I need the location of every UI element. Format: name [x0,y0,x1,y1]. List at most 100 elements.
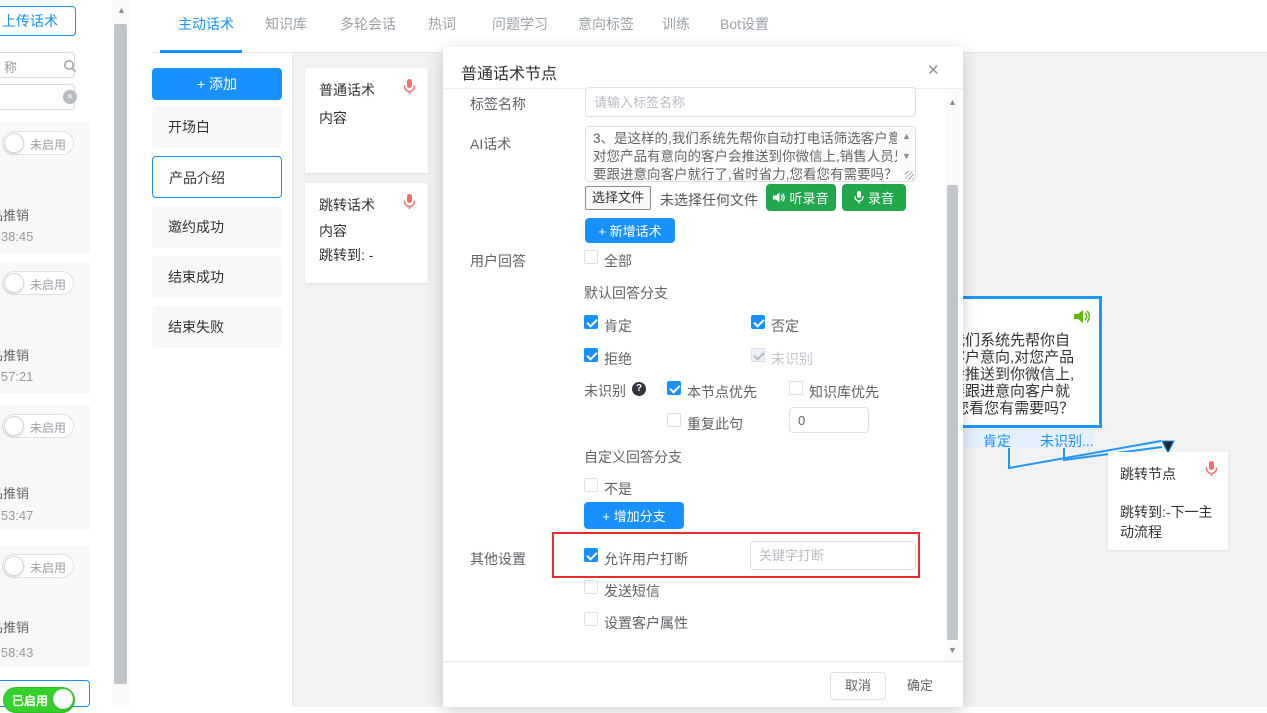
resize-grip-icon[interactable] [905,171,914,180]
scroll-down-icon[interactable]: ▼ [902,151,911,161]
textarea-scrollbar[interactable]: ▲ ▼ [900,129,913,173]
other-settings-label: 其他设置 [470,549,526,569]
plus-icon: + [598,224,606,239]
checkbox-node-first[interactable] [667,381,681,395]
dialog-scrollbar-thumb[interactable] [947,185,958,640]
active-tab-underline [160,50,242,53]
scroll-up-icon[interactable]: ▲ [902,131,911,141]
checkbox-all-label[interactable]: 全部 [604,251,632,271]
checkbox-not[interactable] [584,478,598,492]
add-branch-label: 增加分支 [614,509,666,524]
enable-toggle-on[interactable]: 已启用 [3,687,75,713]
script-card[interactable]: 未启用 品推销 3:58:43 [0,545,90,667]
checkbox-refuse-label[interactable]: 拒绝 [604,349,632,369]
add-flow-button[interactable]: + 添加 [152,68,282,100]
checkbox-customer-attr-label[interactable]: 设置客户属性 [604,613,688,633]
enable-toggle[interactable]: 未启用 [2,131,74,155]
user-answer-label: 用户回答 [470,251,526,271]
script-time: 9:38:45 [0,229,33,244]
search-input[interactable]: 称 [0,52,75,78]
toggle-knob [53,689,73,709]
checkbox-negative-label[interactable]: 否定 [771,316,799,336]
flow-item-opening[interactable]: 开场白 [152,106,282,148]
tab-question-learning[interactable]: 问题学习 [492,14,548,34]
plus-icon: + [197,76,205,92]
scroll-down-icon[interactable]: ▼ [948,645,957,655]
record-button[interactable]: 录音 [842,184,906,211]
script-time: 3:58:43 [0,645,33,660]
tab-hot-words[interactable]: 热词 [428,14,456,34]
listen-recording-button[interactable]: 听录音 [766,184,836,211]
repeat-count-input[interactable] [789,407,869,433]
confirm-button[interactable]: 确定 [894,672,946,700]
node-jump-target[interactable]: 跳转节点 跳转到:-下一主 动流程 [1108,452,1228,550]
tab-multi-turn[interactable]: 多轮会话 [340,14,396,34]
script-card[interactable]: 未启用 品推销 7:57:21 [0,262,90,393]
enable-toggle[interactable]: 未启用 [2,414,74,438]
unrecognized-label: 未识别 [584,381,626,401]
toggle-knob [4,133,24,153]
script-card-enabled[interactable]: 已启用 [0,680,90,707]
checkbox-positive-label[interactable]: 肯定 [604,316,632,336]
label-name-input[interactable] [585,87,916,117]
mic-icon[interactable] [1205,460,1218,477]
script-card[interactable]: 未启用 品推销 9:38:45 [0,122,90,253]
checkbox-allow-interrupt[interactable] [584,548,598,562]
checkbox-kb-first-label[interactable]: 知识库优先 [809,382,879,402]
enable-toggle[interactable]: 未启用 [2,554,74,578]
flow-item-invite-success[interactable]: 邀约成功 [152,206,282,248]
enable-toggle[interactable]: 未启用 [2,271,74,295]
record-label: 录音 [868,188,894,207]
toggle-knob [4,273,24,293]
checkbox-send-sms-label[interactable]: 发送短信 [604,581,660,601]
checkbox-send-sms[interactable] [584,580,598,594]
tab-training[interactable]: 训练 [662,14,690,34]
checkbox-repeat[interactable] [667,413,681,427]
checkbox-allow-interrupt-label[interactable]: 允许用户打断 [604,549,688,569]
checkbox-customer-attr[interactable] [584,612,598,626]
flow-item-product-intro[interactable]: 产品介绍 [152,156,282,198]
filter-input[interactable]: × [0,84,75,110]
add-script-label: 新增话术 [610,224,662,239]
flow-item-end-success[interactable]: 结束成功 [152,256,282,298]
search-icon[interactable] [63,57,77,73]
script-card[interactable]: 未启用 品推销 7:53:47 [0,405,90,530]
no-file-text: 未选择任何文件 [660,190,758,210]
ai-script-textarea[interactable]: 3、是这样的,我们系统先帮你自动打电话筛选客户意向, 对您产品有意向的客户会推送… [585,126,916,182]
upload-script-button[interactable]: 上传话术 [0,6,76,36]
tab-main-script[interactable]: 主动话术 [178,14,234,34]
add-script-button[interactable]: + 新增话术 [585,218,675,243]
dialog-title: 普通话术节点 [461,60,557,84]
keyword-interrupt-input[interactable] [750,541,916,570]
toggle-label: 未启用 [30,276,66,293]
checkbox-kb-first[interactable] [789,381,803,395]
mic-icon [854,191,864,204]
flow-item-end-fail[interactable]: 结束失败 [152,306,282,348]
checkbox-node-first-label[interactable]: 本节点优先 [687,382,757,402]
toggle-label: 已启用 [12,692,48,709]
close-icon[interactable]: ✕ [927,61,940,79]
script-name: 品推销 [0,483,29,502]
scroll-up-icon[interactable]: ▲ [948,97,957,107]
checkbox-refuse[interactable] [584,348,598,362]
label-name-label: 标签名称 [470,94,526,114]
choose-file-button[interactable]: 选择文件 [585,186,651,210]
node-jump-line: 动流程 [1120,522,1162,542]
checkbox-not-label[interactable]: 不是 [604,479,632,499]
add-branch-button[interactable]: + 增加分支 [584,502,684,529]
checkbox-repeat-label[interactable]: 重复此句 [687,414,743,434]
scroll-up-icon[interactable]: ▲ [117,5,126,15]
help-icon[interactable]: ? [632,382,646,396]
checkbox-all[interactable] [584,250,598,264]
checkbox-negative[interactable] [751,315,765,329]
tab-intent-tags[interactable]: 意向标签 [578,14,634,34]
script-time: 7:57:21 [0,369,33,384]
script-name: 品推销 [0,205,29,224]
clear-icon[interactable]: × [63,90,77,104]
checkbox-positive[interactable] [584,315,598,329]
tab-knowledge-base[interactable]: 知识库 [265,14,307,34]
left-scrollbar-thumb[interactable] [114,24,127,684]
cancel-button[interactable]: 取消 [830,672,886,700]
toggle-label: 未启用 [30,136,66,153]
tab-bot-settings[interactable]: Bot设置 [720,14,769,34]
